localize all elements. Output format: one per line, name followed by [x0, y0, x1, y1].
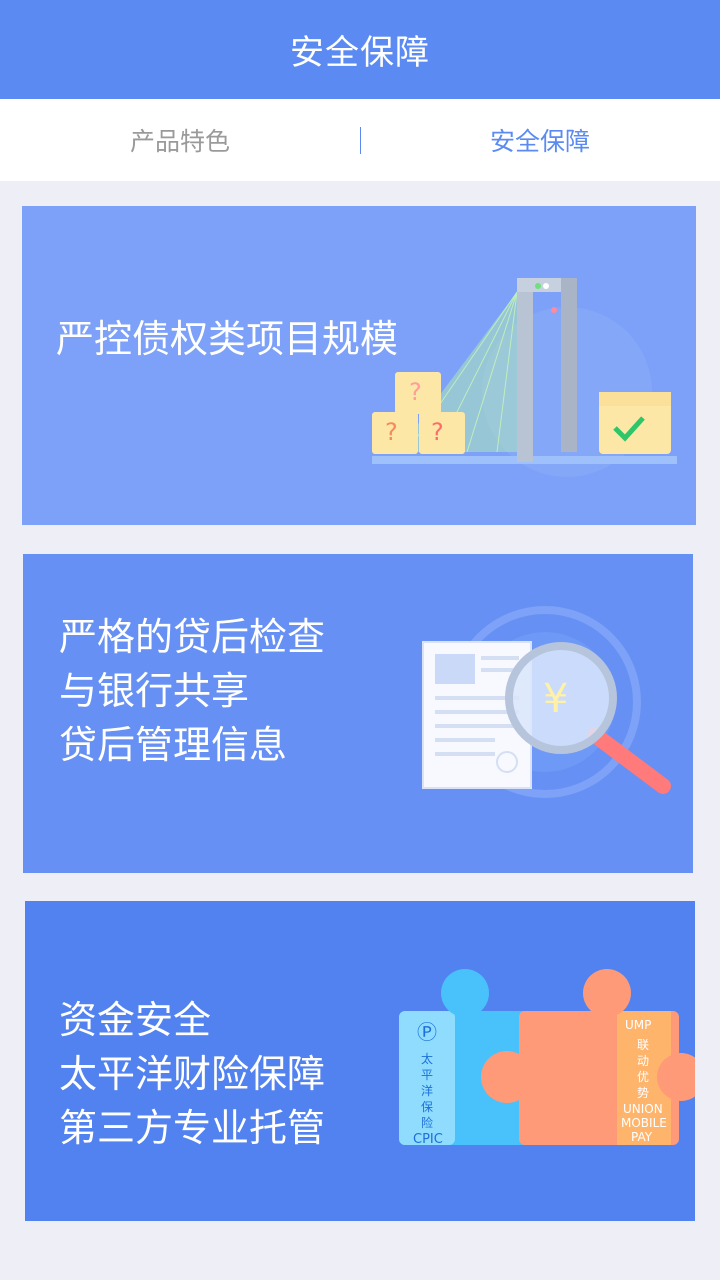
card-line: 与银行共享: [59, 669, 250, 713]
cpic-name-char: 保: [421, 1100, 433, 1114]
box-checked-icon: [599, 392, 671, 454]
card-text: 严控债权类项目规模: [56, 314, 398, 364]
tab-divider: [360, 127, 361, 154]
tab-bar: 产品特色 安全保障: [0, 99, 720, 181]
puzzle-partners-illustration: Ⓟ 太 平 洋 保 险 CPIC UMP 联 动 优 势 UNION MOBIL…: [399, 969, 695, 1147]
svg-text:CPIC: CPIC: [413, 1132, 443, 1147]
card-line: 严格的贷后检查: [59, 615, 326, 659]
tab-product-features[interactable]: 产品特色: [0, 122, 360, 158]
ump-name-char: 势: [637, 1086, 649, 1100]
svg-text:PAY: PAY: [631, 1130, 653, 1144]
page-title: 安全保障: [290, 33, 430, 73]
cpic-name-char: 平: [421, 1068, 433, 1082]
ump-name-char: 联: [637, 1038, 649, 1052]
svg-text:UNION: UNION: [623, 1102, 663, 1116]
tab-security[interactable]: 安全保障: [360, 122, 720, 158]
card-line: 贷后管理信息: [59, 723, 288, 767]
cpic-name-char: 险: [421, 1115, 433, 1130]
cpic-name-char: 洋: [421, 1083, 433, 1098]
card-debt-control: 严控债权类项目规模 ? ? ?: [22, 206, 696, 525]
ump-logo-icon: UMP: [625, 1018, 651, 1032]
magnifier-document-illustration: ¥: [422, 606, 671, 798]
card-post-loan-check: 严格的贷后检查 与银行共享 贷后管理信息 ¥: [23, 554, 693, 873]
card-text: 资金安全 太平洋财险保障 第三方专业托管: [59, 993, 325, 1155]
card-line: 太平洋财险保障: [59, 1052, 326, 1096]
svg-text:MOBILE: MOBILE: [621, 1116, 667, 1130]
card-fund-safety: 资金安全 太平洋财险保障 第三方专业托管 Ⓟ 太 平 洋 保 险 CPIC UM…: [25, 901, 695, 1221]
cpic-name-char: 太: [421, 1051, 433, 1066]
security-gate-illustration: ? ? ?: [372, 278, 677, 477]
yuan-icon: ¥: [543, 676, 568, 722]
card-line: 资金安全: [59, 998, 212, 1042]
ump-name-char: 动: [637, 1054, 649, 1068]
cpic-logo-icon: Ⓟ: [417, 1020, 437, 1044]
card-text: 严格的贷后检查 与银行共享 贷后管理信息: [59, 610, 325, 772]
card-line: 严控债权类项目规模: [56, 317, 399, 361]
svg-text:?: ?: [385, 418, 398, 446]
ump-name-char: 优: [637, 1070, 649, 1084]
card-line: 第三方专业托管: [59, 1106, 326, 1150]
app-header: 安全保障: [0, 0, 720, 99]
svg-text:?: ?: [409, 378, 422, 406]
svg-text:?: ?: [431, 418, 444, 446]
